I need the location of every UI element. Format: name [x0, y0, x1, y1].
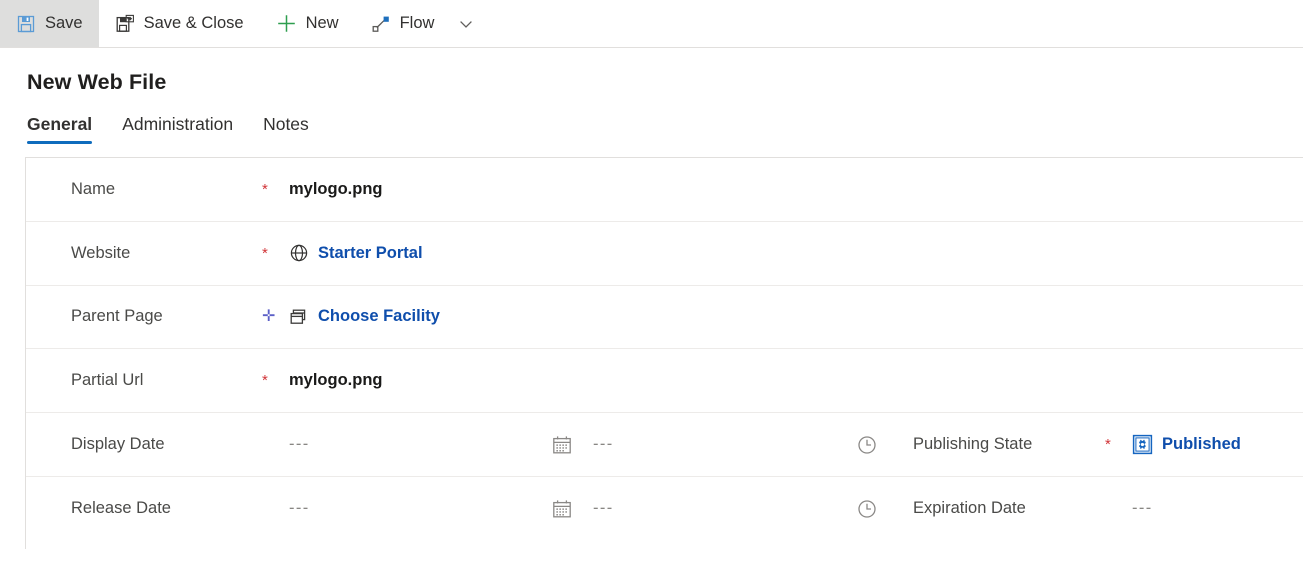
- form-panel: Name * mylogo.png Website * Starter Port…: [25, 157, 1303, 549]
- field-label-name: Name: [71, 179, 116, 198]
- publishing-state-icon: [1132, 434, 1153, 455]
- required-indicator-name: *: [262, 180, 268, 198]
- field-value-parent-page-text: Choose Facility: [318, 307, 440, 326]
- save-close-icon: [115, 14, 135, 34]
- field-label-release-date: Release Date: [71, 499, 171, 518]
- recommended-indicator-parent-page: ✛: [262, 307, 276, 325]
- calendar-icon: [551, 434, 573, 456]
- required-indicator-partial-url: *: [262, 372, 268, 390]
- field-value-release-time[interactable]: ---: [593, 499, 856, 518]
- tab-notes-label: Notes: [263, 114, 309, 134]
- pages-icon: [289, 307, 309, 327]
- form-row-website: Website * Starter Portal: [26, 222, 1303, 286]
- form-tab-list: General Administration Notes: [27, 114, 1303, 144]
- field-label-parent-page: Parent Page: [71, 307, 163, 326]
- flow-button-label: Flow: [399, 14, 435, 33]
- clock-icon: [856, 498, 878, 520]
- form-row-partial-url: Partial Url * mylogo.png: [26, 349, 1303, 414]
- required-indicator-website: *: [262, 244, 268, 262]
- globe-icon: [289, 243, 309, 263]
- save-and-close-button[interactable]: Save & Close: [99, 0, 260, 47]
- calendar-icon: [551, 498, 573, 520]
- display-date-picker-button[interactable]: [551, 434, 593, 456]
- field-value-publishing-state[interactable]: Published: [1132, 434, 1241, 455]
- field-value-name[interactable]: mylogo.png: [289, 180, 383, 199]
- flow-icon: [371, 14, 391, 34]
- tab-notes[interactable]: Notes: [263, 114, 325, 144]
- requirement-indicator-release-date: *: [262, 501, 289, 516]
- display-time-picker-button[interactable]: [856, 434, 913, 456]
- form-row-parent-page: Parent Page ✛ Choose Facility: [26, 286, 1303, 350]
- field-value-display-date[interactable]: ---: [289, 435, 551, 454]
- clock-icon: [856, 434, 878, 456]
- field-value-expiration-date[interactable]: ---: [1132, 499, 1153, 518]
- field-value-display-date-text: ---: [289, 435, 310, 454]
- save-and-close-button-label: Save & Close: [143, 14, 244, 33]
- requirement-indicator-expiration-date: *: [1105, 501, 1132, 516]
- field-value-release-date[interactable]: ---: [289, 499, 551, 518]
- save-button[interactable]: Save: [0, 0, 99, 47]
- field-label-display-date: Display Date: [71, 435, 165, 454]
- field-label-expiration-date: Expiration Date: [913, 499, 1026, 518]
- field-value-release-date-text: ---: [289, 499, 310, 518]
- plus-icon: [276, 13, 297, 34]
- field-value-release-time-text: ---: [593, 499, 614, 518]
- form-row-release-date: Release Date * ---: [26, 477, 1303, 541]
- form-row-display-date: Display Date * ---: [26, 413, 1303, 477]
- field-label-website: Website: [71, 243, 131, 262]
- tab-administration-label: Administration: [122, 114, 234, 134]
- field-value-website-text: Starter Portal: [318, 243, 423, 262]
- flow-overflow-button[interactable]: [450, 0, 490, 47]
- tab-administration[interactable]: Administration: [122, 114, 249, 144]
- command-bar: Save Save & Close New Flow: [0, 0, 1303, 48]
- page-title: New Web File: [27, 70, 167, 94]
- field-value-website[interactable]: Starter Portal: [289, 243, 423, 263]
- new-button-label: New: [305, 14, 339, 33]
- tab-general[interactable]: General: [27, 114, 108, 144]
- field-value-publishing-state-text: Published: [1162, 435, 1241, 454]
- field-label-partial-url: Partial Url: [71, 371, 144, 390]
- field-value-partial-url[interactable]: mylogo.png: [289, 371, 383, 390]
- field-value-display-time-text: ---: [593, 435, 614, 454]
- save-button-label: Save: [45, 14, 83, 33]
- field-label-publishing-state: Publishing State: [913, 435, 1033, 454]
- required-indicator-publishing-state: *: [1105, 436, 1111, 454]
- flow-button[interactable]: Flow: [355, 0, 451, 47]
- requirement-indicator-display-date: *: [262, 437, 289, 452]
- field-value-display-time[interactable]: ---: [593, 435, 856, 454]
- form-row-name: Name * mylogo.png: [26, 158, 1303, 222]
- release-date-picker-button[interactable]: [551, 498, 593, 520]
- field-value-parent-page[interactable]: Choose Facility: [289, 307, 440, 327]
- tab-general-label: General: [27, 114, 93, 134]
- release-time-picker-button[interactable]: [856, 498, 913, 520]
- new-button[interactable]: New: [260, 0, 355, 47]
- save-icon: [16, 14, 36, 34]
- chevron-down-icon: [456, 14, 476, 34]
